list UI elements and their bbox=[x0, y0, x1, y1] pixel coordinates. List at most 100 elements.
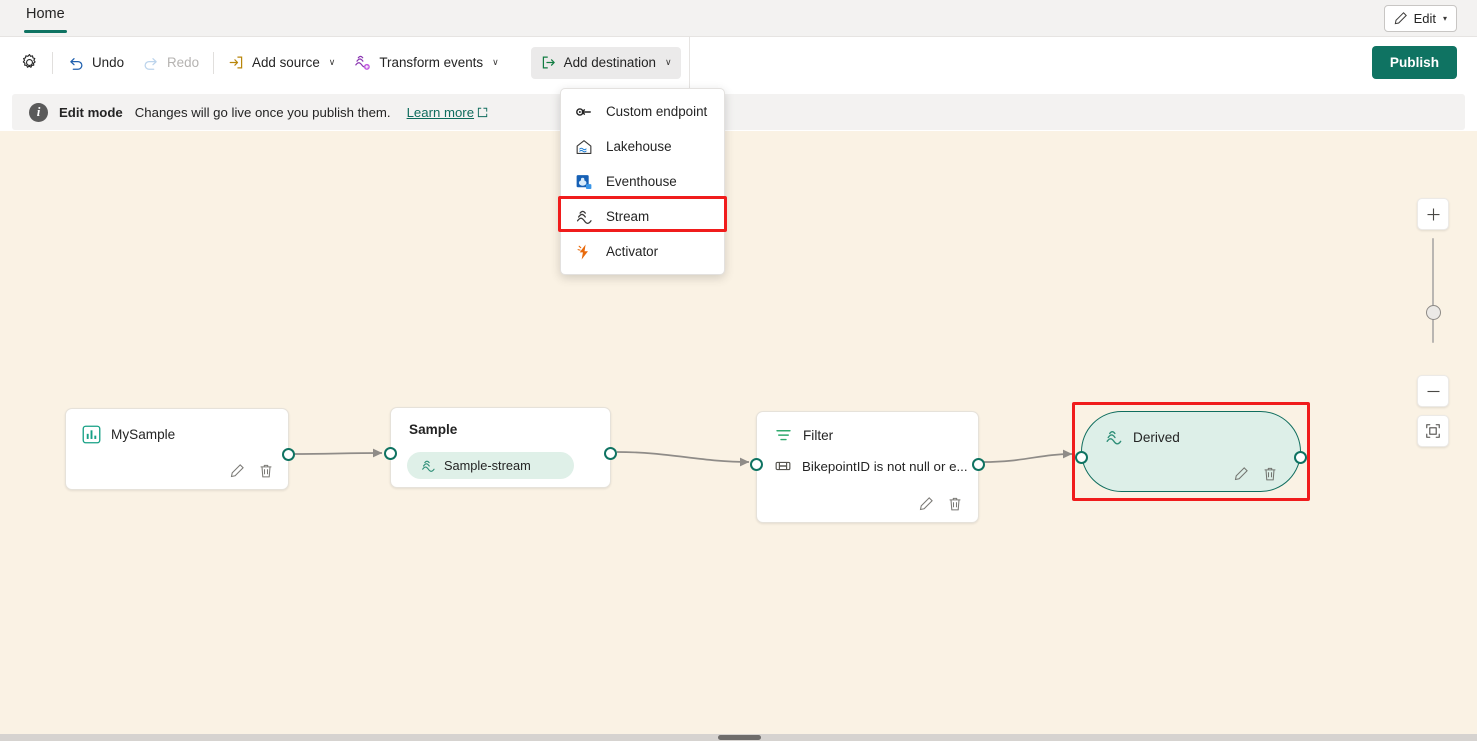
port-filter-output[interactable] bbox=[972, 458, 985, 471]
redo-button[interactable]: Redo bbox=[133, 47, 208, 79]
add-destination-button-label: Add destination bbox=[564, 55, 656, 70]
tab-home-label: Home bbox=[26, 6, 65, 29]
node-sample-stream-chip[interactable]: Sample-stream bbox=[407, 452, 574, 479]
add-destination-menu: Custom endpoint Lakehouse Eventhouse bbox=[560, 88, 725, 275]
condition-icon bbox=[774, 457, 792, 475]
menu-item-activator[interactable]: Activator bbox=[561, 234, 724, 269]
node-derived[interactable]: Derived bbox=[1081, 411, 1301, 492]
wire-mysample-to-sample bbox=[293, 453, 382, 454]
zoom-slider-track[interactable] bbox=[1432, 238, 1434, 343]
node-filter-condition: BikepointID is not null or e... bbox=[757, 445, 978, 475]
minus-icon bbox=[1426, 384, 1441, 399]
edit-mode-button[interactable]: Edit ▾ bbox=[1384, 5, 1457, 32]
stream-icon bbox=[420, 458, 436, 474]
title-bar: Home Edit ▾ bbox=[0, 0, 1477, 37]
toolbar-divider-2 bbox=[213, 52, 214, 74]
wire-sample-to-filter bbox=[617, 452, 749, 462]
menu-item-activator-label: Activator bbox=[606, 244, 658, 259]
menu-item-eventhouse[interactable]: Eventhouse bbox=[561, 164, 724, 199]
zoom-slider-thumb[interactable] bbox=[1426, 305, 1441, 320]
undo-button-label: Undo bbox=[92, 55, 124, 70]
node-mysample-header: MySample bbox=[66, 409, 288, 444]
learn-more-link-label: Learn more bbox=[407, 105, 474, 120]
node-mysample-actions bbox=[229, 463, 274, 479]
redo-button-label: Redo bbox=[167, 55, 199, 70]
activator-icon bbox=[575, 243, 593, 261]
message-bar-text: Changes will go live once you publish th… bbox=[135, 105, 391, 120]
horizontal-scrollbar-thumb[interactable] bbox=[718, 735, 761, 740]
add-destination-button[interactable]: Add destination ∨ bbox=[531, 47, 681, 79]
chart-source-icon bbox=[82, 425, 101, 444]
node-derived-actions bbox=[1233, 466, 1278, 482]
delete-icon[interactable] bbox=[947, 496, 963, 512]
chevron-down-icon: ∨ bbox=[492, 57, 499, 68]
node-sample-header: Sample bbox=[391, 408, 610, 437]
message-bar-title: Edit mode bbox=[59, 105, 123, 120]
menu-item-lakehouse[interactable]: Lakehouse bbox=[561, 129, 724, 164]
chevron-down-icon: ∨ bbox=[665, 57, 672, 68]
stream-icon bbox=[1104, 428, 1123, 447]
add-source-icon bbox=[228, 54, 245, 71]
delete-icon[interactable] bbox=[1262, 466, 1278, 482]
undo-icon bbox=[67, 54, 85, 72]
menu-item-custom-endpoint[interactable]: Custom endpoint bbox=[561, 94, 724, 129]
info-icon: i bbox=[29, 103, 48, 122]
tab-home[interactable]: Home bbox=[22, 0, 69, 36]
node-filter-condition-label: BikepointID is not null or e... bbox=[802, 459, 968, 474]
port-derived-input[interactable] bbox=[1075, 451, 1088, 464]
add-source-button-label: Add source bbox=[252, 55, 320, 70]
toolbar-divider-3 bbox=[689, 37, 690, 88]
chevron-down-icon: ∨ bbox=[329, 57, 336, 68]
menu-item-lakehouse-label: Lakehouse bbox=[606, 139, 672, 154]
edit-mode-button-label: Edit bbox=[1414, 11, 1436, 26]
menu-item-stream-label: Stream bbox=[606, 209, 649, 224]
wire-filter-to-derived bbox=[983, 454, 1072, 462]
delete-icon[interactable] bbox=[258, 463, 274, 479]
node-sample-label: Sample bbox=[409, 422, 457, 437]
port-derived-output[interactable] bbox=[1294, 451, 1307, 464]
transform-events-button-label: Transform events bbox=[379, 55, 483, 70]
add-destination-icon bbox=[540, 54, 557, 71]
node-filter-label: Filter bbox=[803, 428, 833, 443]
port-filter-input[interactable] bbox=[750, 458, 763, 471]
node-mysample[interactable]: MySample bbox=[65, 408, 289, 490]
edit-mode-message-bar: i Edit mode Changes will go live once yo… bbox=[12, 94, 1465, 130]
gear-icon bbox=[20, 53, 39, 72]
node-filter-header: Filter bbox=[757, 412, 978, 445]
zoom-in-button[interactable] bbox=[1417, 198, 1449, 230]
menu-item-eventhouse-label: Eventhouse bbox=[606, 174, 677, 189]
edit-icon[interactable] bbox=[1233, 466, 1249, 482]
stream-icon bbox=[575, 208, 593, 226]
edit-icon[interactable] bbox=[918, 496, 934, 512]
node-derived-header: Derived bbox=[1082, 412, 1300, 447]
node-derived-label: Derived bbox=[1133, 430, 1180, 445]
filter-icon bbox=[774, 426, 793, 445]
add-source-button[interactable]: Add source ∨ bbox=[219, 47, 344, 79]
fit-to-screen-button[interactable] bbox=[1417, 415, 1449, 447]
publish-button[interactable]: Publish bbox=[1372, 46, 1457, 79]
undo-button[interactable]: Undo bbox=[58, 47, 133, 79]
node-mysample-label: MySample bbox=[111, 427, 175, 442]
redo-icon bbox=[142, 54, 160, 72]
learn-more-link[interactable]: Learn more bbox=[407, 105, 488, 120]
custom-endpoint-icon bbox=[575, 103, 593, 121]
node-sample[interactable]: Sample Sample-stream bbox=[390, 407, 611, 488]
port-mysample-output[interactable] bbox=[282, 448, 295, 461]
transform-events-icon bbox=[353, 53, 372, 72]
menu-item-custom-endpoint-label: Custom endpoint bbox=[606, 104, 707, 119]
port-sample-input[interactable] bbox=[384, 447, 397, 460]
node-filter-actions bbox=[918, 496, 963, 512]
settings-button[interactable] bbox=[12, 47, 47, 79]
transform-events-button[interactable]: Transform events ∨ bbox=[344, 47, 507, 79]
node-filter[interactable]: Filter BikepointID is not null or e... bbox=[756, 411, 979, 523]
port-sample-output[interactable] bbox=[604, 447, 617, 460]
external-link-icon bbox=[477, 107, 488, 118]
menu-item-stream[interactable]: Stream bbox=[561, 199, 724, 234]
fit-to-screen-icon bbox=[1425, 423, 1441, 439]
edit-icon[interactable] bbox=[229, 463, 245, 479]
node-sample-stream-chip-label: Sample-stream bbox=[444, 458, 531, 473]
command-toolbar: Undo Redo Add source ∨ Transform events … bbox=[0, 37, 1477, 88]
eventstream-canvas[interactable]: MySample Sample Sample-stream bbox=[0, 131, 1477, 734]
chevron-down-icon: ▾ bbox=[1443, 14, 1447, 23]
zoom-out-button[interactable] bbox=[1417, 375, 1449, 407]
